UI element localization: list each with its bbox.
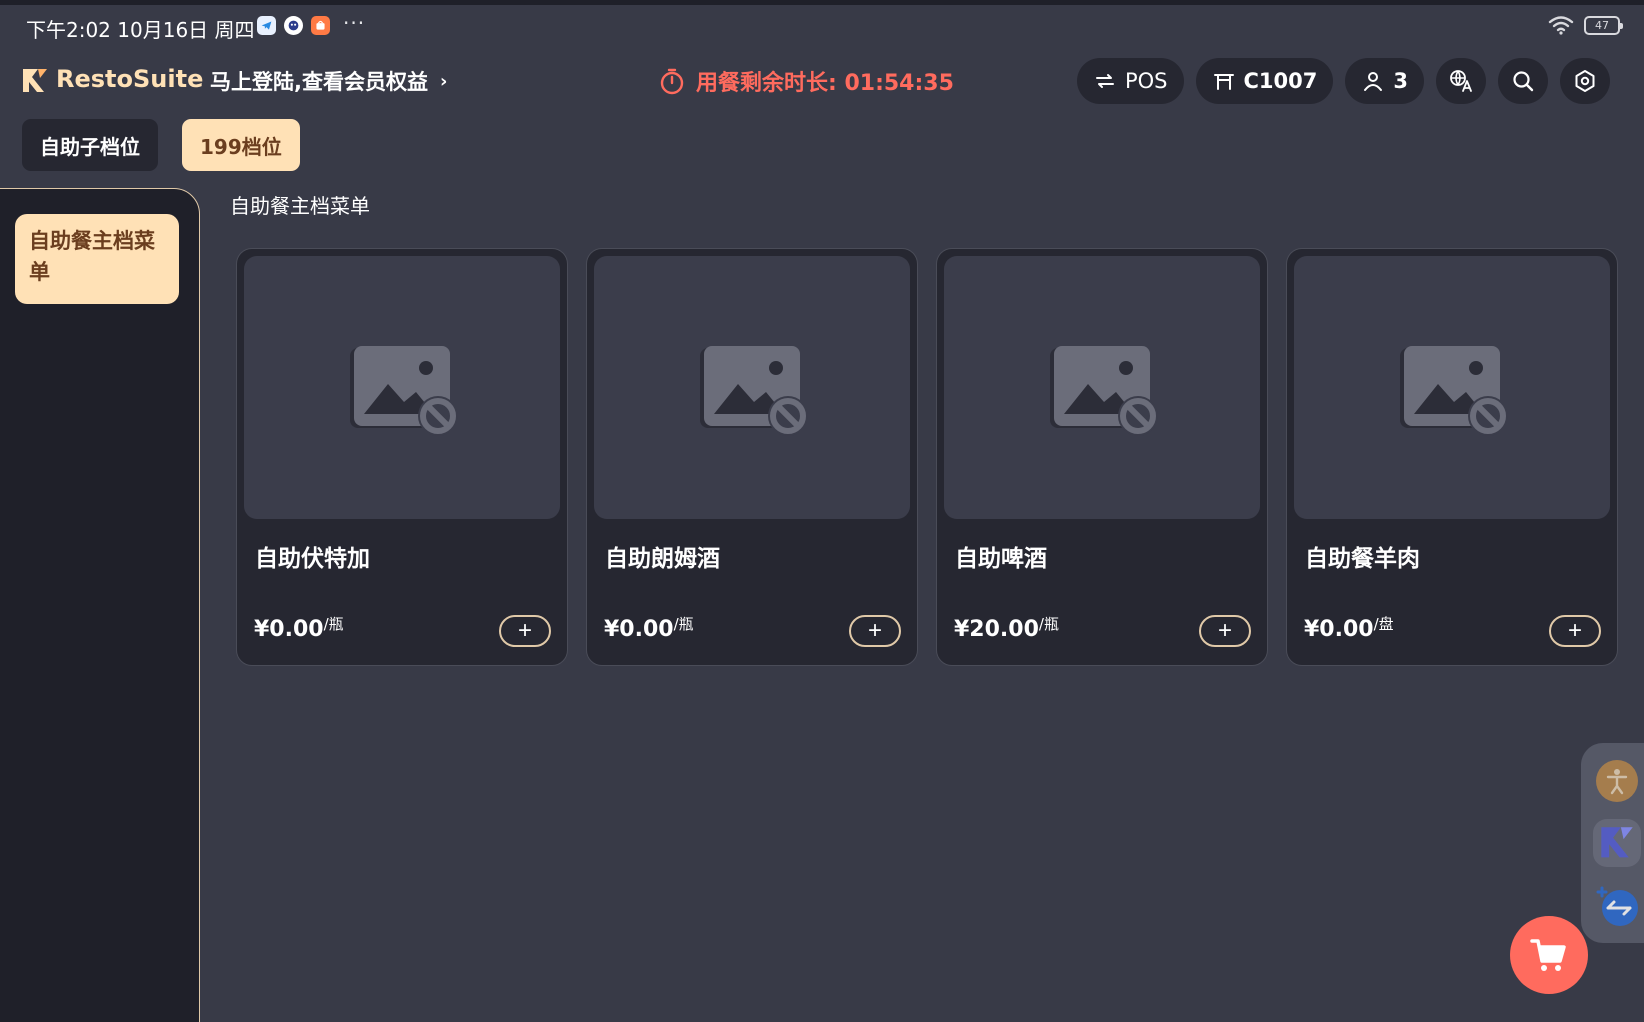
product-price: ¥0.00/瓶	[254, 615, 344, 642]
product-price: ¥20.00/瓶	[954, 615, 1059, 642]
product-image-placeholder	[244, 256, 560, 519]
swap-icon	[1095, 74, 1114, 88]
product-image-placeholder	[594, 256, 910, 519]
price-amount: ¥0.00	[604, 617, 674, 642]
image-unavailable-icon	[350, 345, 458, 436]
tab-199-tier[interactable]: 199档位	[182, 119, 300, 171]
chevron-right-icon: ›	[439, 70, 448, 92]
add-to-cart-button[interactable]: +	[1549, 615, 1601, 647]
product-card[interactable]: 自助啤酒 ¥20.00/瓶 +	[936, 248, 1268, 666]
telegram-app-icon	[257, 16, 276, 35]
product-image-placeholder	[944, 256, 1260, 519]
guest-count: 3	[1393, 69, 1408, 93]
product-card[interactable]: 自助餐羊肉 ¥0.00/盘 +	[1286, 248, 1618, 666]
product-price: ¥0.00/盘	[1304, 615, 1394, 642]
translate-icon	[1450, 70, 1472, 92]
table-label: C1007	[1243, 69, 1318, 93]
cart-button[interactable]	[1510, 916, 1588, 994]
dining-timer-text: 用餐剩余时长: 01:54:35	[696, 71, 954, 96]
settings-button[interactable]	[1560, 58, 1610, 104]
image-unavailable-icon	[1050, 345, 1158, 436]
product-name: 自助餐羊肉	[1305, 546, 1420, 572]
table-icon	[1213, 74, 1234, 90]
status-app-icons	[257, 16, 330, 35]
price-amount: ¥0.00	[1304, 617, 1374, 642]
price-unit: /瓶	[1038, 615, 1059, 633]
price-unit: /瓶	[673, 615, 694, 633]
pos-switch-button[interactable]: POS	[1076, 58, 1184, 104]
guest-count-button[interactable]: 3	[1345, 58, 1424, 104]
image-unavailable-icon	[700, 345, 808, 436]
status-more: ···	[343, 11, 366, 35]
product-price: ¥0.00/瓶	[604, 615, 694, 642]
chat-app-icon	[284, 16, 303, 35]
settings-icon	[1575, 70, 1595, 92]
accessibility-icon	[1596, 760, 1638, 802]
stopwatch-icon	[660, 68, 684, 95]
product-image-placeholder	[1294, 256, 1610, 519]
app-header: RestoSuite 马上登陆,查看会员权益 › 用餐剩余时长: 01:54:3…	[0, 52, 1644, 110]
floating-dock	[1581, 743, 1644, 943]
price-unit: /盘	[1373, 615, 1394, 633]
add-to-cart-button[interactable]: +	[849, 615, 901, 647]
sidebar-item-buffet-main-menu[interactable]: 自助餐主档菜单	[15, 214, 179, 304]
wifi-icon	[1548, 16, 1574, 35]
add-to-cart-button[interactable]: +	[499, 615, 551, 647]
product-card[interactable]: 自助伏特加 ¥0.00/瓶 +	[236, 248, 568, 666]
brand-name: RestoSuite	[56, 65, 204, 93]
restosuite-app-icon	[1601, 827, 1633, 858]
header-actions: POS C1007 3	[1076, 58, 1610, 104]
member-login-link[interactable]: 马上登陆,查看会员权益 ›	[210, 66, 447, 96]
tab-sub-tier[interactable]: 自助子档位	[22, 119, 158, 171]
remote-connect-button[interactable]	[1593, 881, 1641, 929]
status-time-date: 下午2:02 10月16日 周四	[26, 18, 255, 42]
restosuite-logo-icon	[23, 69, 47, 92]
status-right: 47	[1548, 15, 1623, 35]
shopping-app-icon	[311, 16, 330, 35]
product-name: 自助伏特加	[255, 546, 370, 572]
accessibility-button[interactable]	[1593, 757, 1641, 805]
dining-timer: 用餐剩余时长: 01:54:35	[658, 65, 954, 97]
search-button[interactable]	[1498, 58, 1548, 104]
section-title: 自助餐主档菜单	[230, 194, 370, 218]
product-name: 自助啤酒	[955, 546, 1047, 572]
pos-label: POS	[1124, 69, 1168, 93]
battery-indicator: 47	[1584, 15, 1623, 35]
restosuite-app-button[interactable]	[1593, 819, 1641, 867]
price-unit: /瓶	[323, 615, 344, 633]
person-icon	[1364, 72, 1383, 91]
image-unavailable-icon	[1400, 345, 1508, 436]
product-card[interactable]: 自助朗姆酒 ¥0.00/瓶 +	[586, 248, 918, 666]
status-bar: 下午2:02 10月16日 周四 ··· 47	[0, 5, 1644, 45]
remote-connect-icon	[1596, 886, 1638, 926]
category-sidebar: 自助餐主档菜单	[0, 188, 200, 1022]
price-amount: ¥0.00	[254, 617, 324, 642]
member-login-text: 马上登陆,查看会员权益	[210, 70, 428, 94]
search-icon	[1513, 71, 1534, 92]
add-to-cart-button[interactable]: +	[1199, 615, 1251, 647]
price-amount: ¥20.00	[954, 617, 1039, 642]
product-name: 自助朗姆酒	[605, 546, 720, 572]
cart-icon	[1530, 939, 1566, 971]
table-number-button[interactable]: C1007	[1195, 58, 1334, 104]
product-grid: 自助伏特加 ¥0.00/瓶 + 自助朗姆酒 ¥0.00/瓶 + 自助啤酒 ¥20…	[236, 248, 1618, 666]
tier-tabs: 自助子档位 199档位	[22, 119, 300, 171]
language-button[interactable]	[1436, 58, 1486, 104]
